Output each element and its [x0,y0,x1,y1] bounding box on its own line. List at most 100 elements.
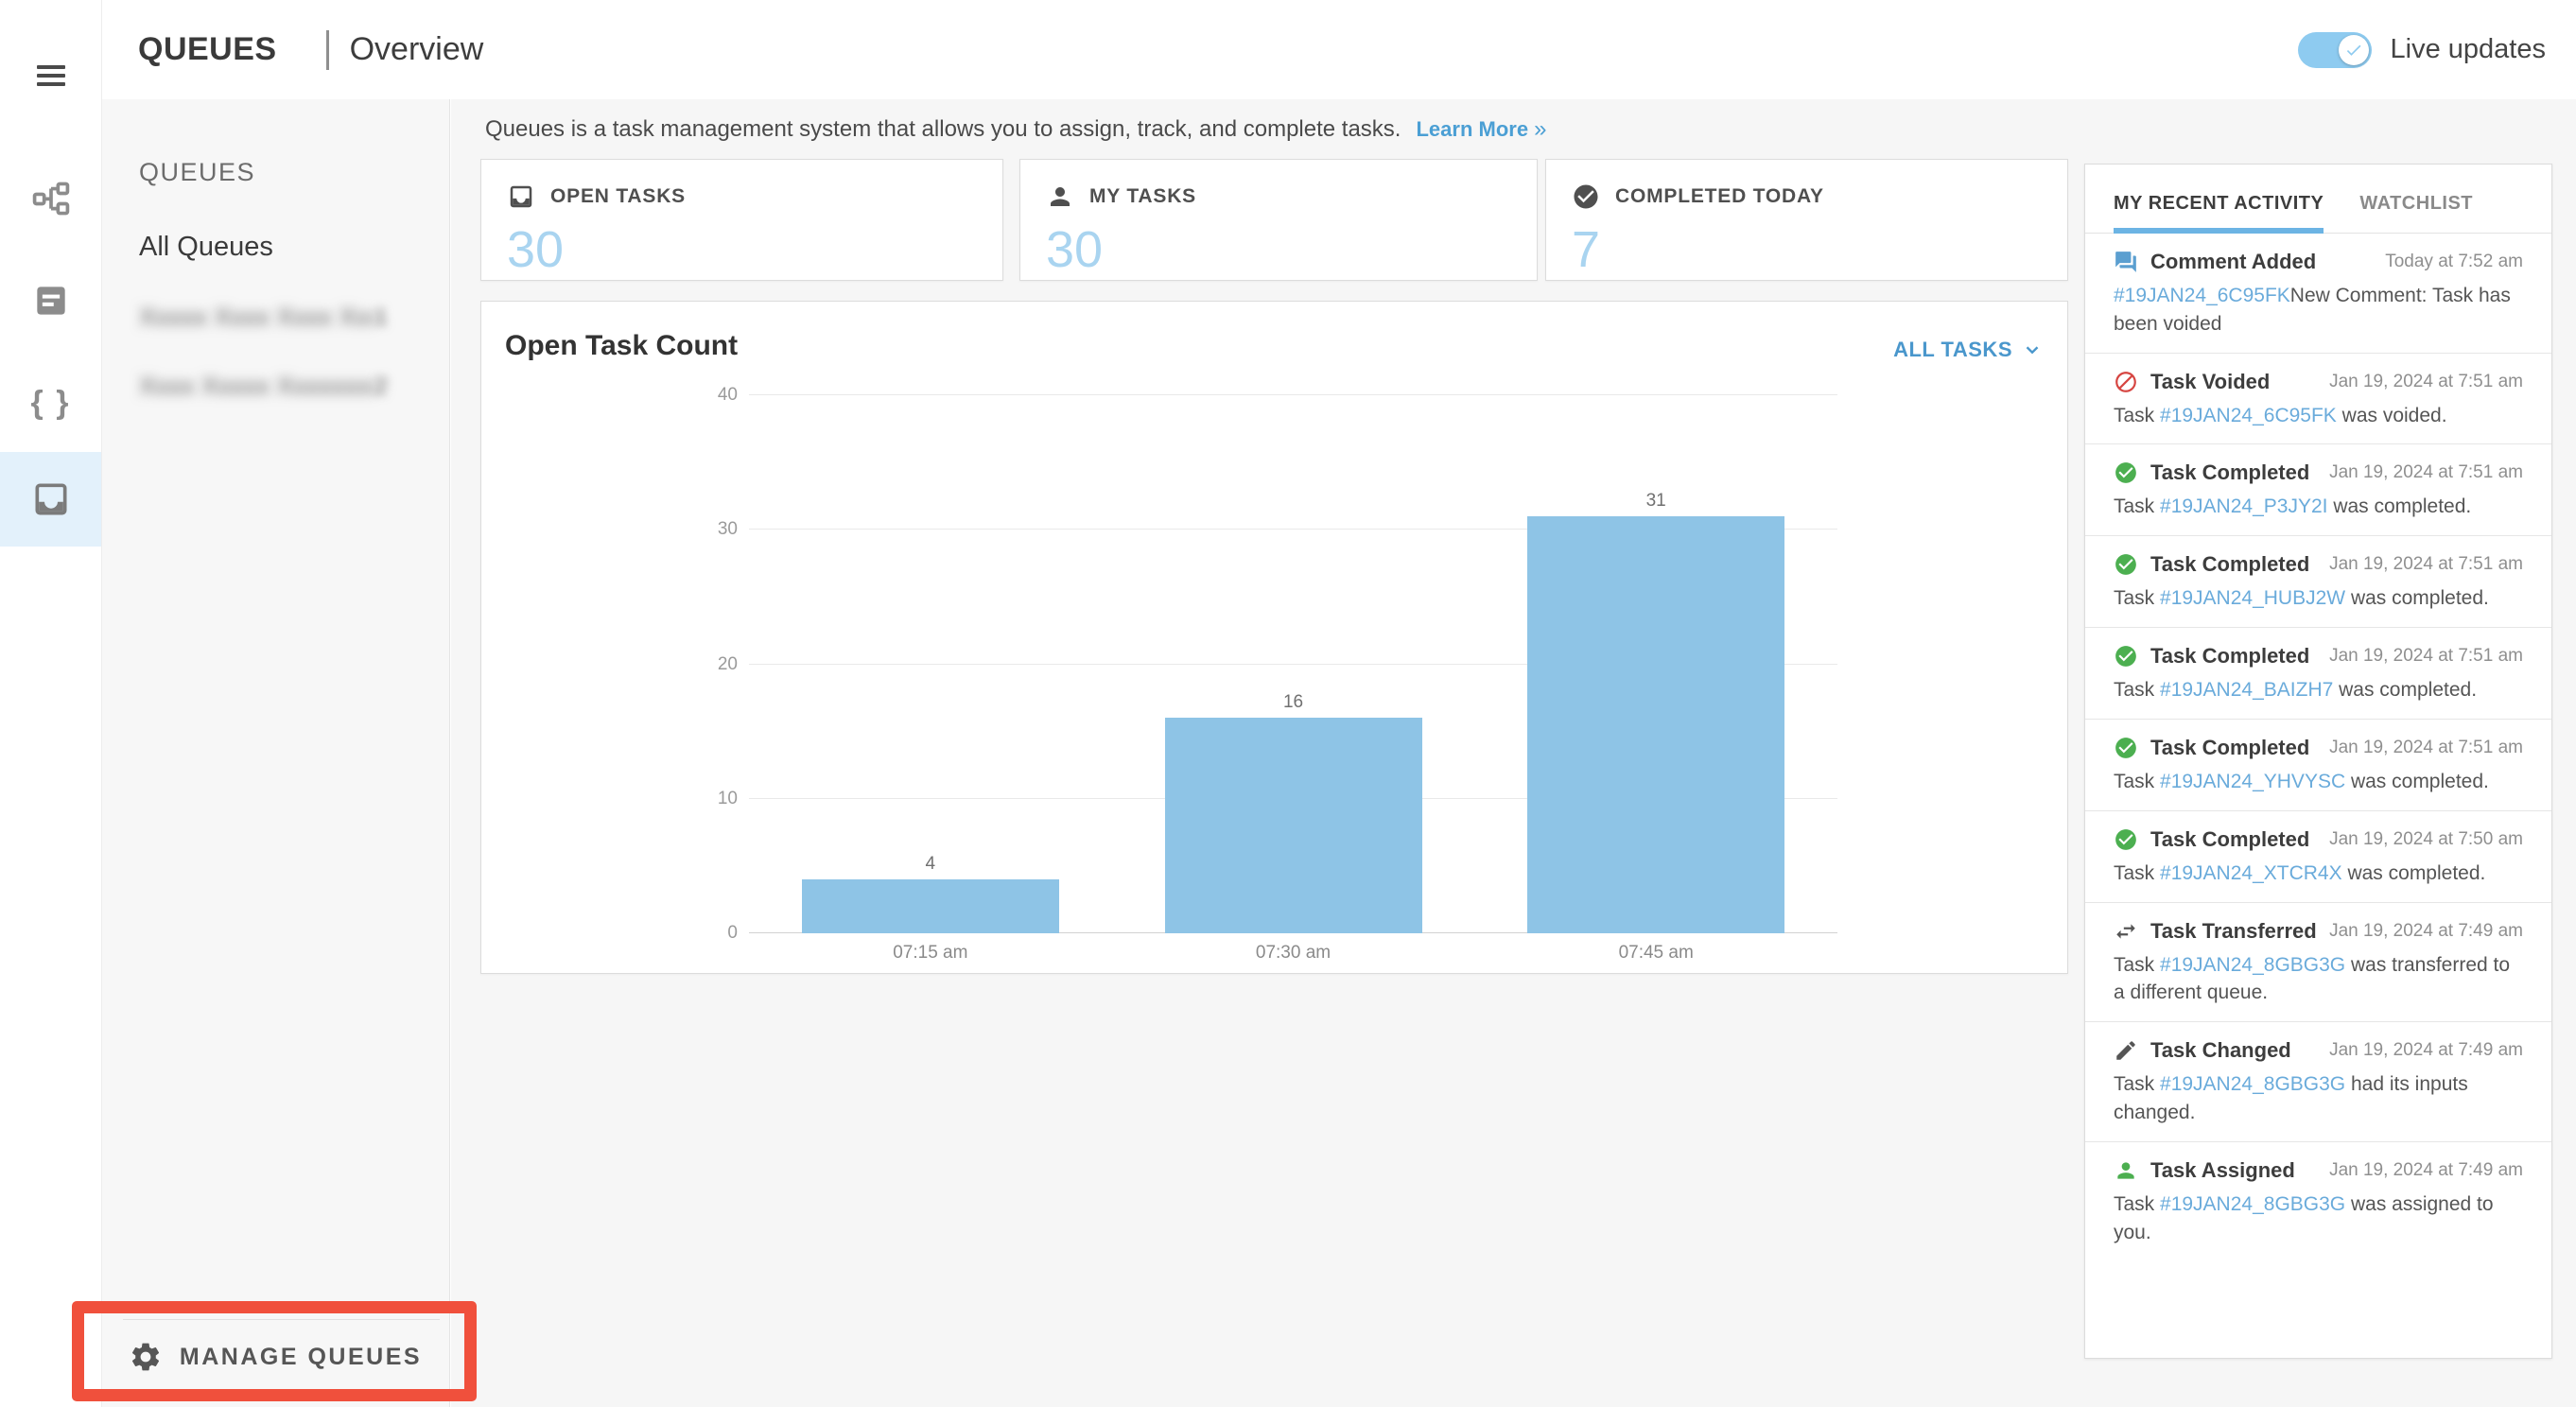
inbox-icon [507,182,535,211]
hierarchy-icon[interactable] [0,151,101,246]
check-circle-icon [2114,644,2138,669]
completed-today-card: COMPLETED TODAY 7 [1545,159,2068,281]
person-icon [2114,1158,2138,1183]
inbox-icon[interactable] [0,452,101,547]
activity-body-prefix: Task [2114,862,2160,884]
task-link[interactable]: #19JAN24_8GBG3G [2160,1193,2345,1215]
activity-body: #19JAN24_6C95FKNew Comment: Task has bee… [2114,282,2523,339]
activity-item[interactable]: Comment Added Today at 7:52 am #19JAN24_… [2085,234,2551,353]
intro-row: Queues is a task management system that … [485,116,1546,143]
bar-value-label: 4 [926,854,936,875]
activity-item[interactable]: Task Completed Jan 19, 2024 at 7:51 am T… [2085,443,2551,535]
title-divider [326,30,329,70]
section-title: Overview [350,31,484,68]
activity-body-prefix: Task [2114,1193,2160,1215]
queue-label-redacted: Xxxx Xxxxx Xxxxxxxxx [139,372,375,401]
x-axis-tick: 07:15 am [749,943,1112,964]
menu-icon[interactable] [0,28,101,123]
document-icon[interactable] [0,253,101,348]
sidebar-item-queue-redacted-1[interactable]: Xxxxx Xxxx Xxxx Xxx 1 [102,303,414,332]
activity-panel: MY RECENT ACTIVITY WATCHLIST Comment Add… [2084,164,2552,1359]
activity-item[interactable]: Task Completed Jan 19, 2024 at 7:51 am T… [2085,719,2551,810]
check-circle-icon [2114,552,2138,577]
activity-body: Task #19JAN24_YHVYSC was completed. [2114,768,2523,796]
task-link[interactable]: #19JAN24_YHVYSC [2160,771,2345,792]
check-circle-icon [2114,460,2138,485]
activity-timestamp: Jan 19, 2024 at 7:51 am [2329,554,2523,575]
bar-value-label: 16 [1283,692,1303,713]
activity-tabs: MY RECENT ACTIVITY WATCHLIST [2085,165,2551,234]
learn-more-link[interactable]: Learn More [1416,117,1528,141]
all-tasks-dropdown[interactable]: ALL TASKS [1893,338,2043,362]
activity-body-prefix: Task [2114,405,2160,426]
activity-item[interactable]: Task Assigned Jan 19, 2024 at 7:49 am Ta… [2085,1141,2551,1261]
swap-icon [2114,919,2138,944]
tab-my-recent-activity[interactable]: MY RECENT ACTIVITY [2114,165,2324,234]
task-link[interactable]: #19JAN24_BAIZH7 [2160,679,2333,701]
task-link[interactable]: #19JAN24_P3JY2I [2160,495,2327,517]
icon-rail: { } [0,0,102,1407]
sidebar-item-queue-redacted-2[interactable]: Xxxx Xxxxx Xxxxxxxxx 2 [102,372,414,401]
person-icon [1046,182,1074,211]
activity-item[interactable]: Task Completed Jan 19, 2024 at 7:51 am T… [2085,535,2551,627]
activity-body-suffix: was completed. [2345,771,2489,792]
activity-body-prefix: Task [2114,1073,2160,1095]
activity-item[interactable]: Task Transferred Jan 19, 2024 at 7:49 am… [2085,902,2551,1022]
activity-body: Task #19JAN24_XTCR4X was completed. [2114,860,2523,888]
task-link[interactable]: #19JAN24_6C95FK [2160,405,2337,426]
voided-icon [2114,370,2138,394]
pencil-icon [2114,1038,2138,1063]
activity-timestamp: Jan 19, 2024 at 7:51 am [2329,738,2523,758]
gear-icon [129,1340,163,1374]
my-tasks-value: 30 [1020,211,1537,279]
activity-timestamp: Jan 19, 2024 at 7:49 am [2329,921,2523,942]
activity-title: Task Completed [2150,736,2309,760]
card-label: MY TASKS [1089,185,1196,208]
activity-item[interactable]: Task Completed Jan 19, 2024 at 7:50 am T… [2085,810,2551,902]
chevron-down-icon [2022,339,2043,360]
activity-item[interactable]: Task Voided Jan 19, 2024 at 7:51 am Task… [2085,353,2551,444]
activity-timestamp: Jan 19, 2024 at 7:51 am [2329,646,2523,667]
top-header: QUEUES Overview Live updates [102,0,2576,99]
activity-body: Task #19JAN24_P3JY2I was completed. [2114,493,2523,521]
bar-07:45am [1527,516,1784,933]
open-tasks-value: 30 [481,211,1002,279]
braces-icon[interactable]: { } [0,356,101,450]
y-axis-tick: 0 [698,923,738,944]
bar-value-label: 31 [1646,491,1666,512]
all-queues-label: All Queues [139,232,273,262]
activity-body: Task #19JAN24_8GBG3G had its inputs chan… [2114,1070,2523,1127]
activity-item[interactable]: Task Completed Jan 19, 2024 at 7:51 am T… [2085,627,2551,719]
activity-item[interactable]: Task Changed Jan 19, 2024 at 7:49 am Tas… [2085,1021,2551,1141]
activity-title: Task Transferred [2150,919,2317,944]
sidebar-heading: QUEUES [139,158,255,187]
live-updates-toggle[interactable] [2298,32,2372,68]
all-tasks-dropdown-label: ALL TASKS [1893,338,2012,362]
queue-count-redacted: 1 [375,304,388,331]
task-link[interactable]: #19JAN24_6C95FK [2114,285,2290,306]
task-link[interactable]: #19JAN24_HUBJ2W [2160,587,2345,609]
task-link[interactable]: #19JAN24_8GBG3G [2160,954,2345,976]
activity-body-prefix: Task [2114,771,2160,792]
activity-title: Task Completed [2150,827,2309,852]
card-label: COMPLETED TODAY [1615,185,1824,208]
x-axis-tick: 07:45 am [1474,943,1837,964]
task-link[interactable]: #19JAN24_XTCR4X [2160,862,2342,884]
manage-queues-button[interactable]: MANAGE QUEUES [102,1324,448,1390]
queue-label-redacted: Xxxxx Xxxx Xxxx Xxx [139,303,375,332]
open-tasks-card: OPEN TASKS 30 [480,159,1003,281]
sidebar-item-all-queues[interactable]: All Queues [102,232,449,263]
activity-body-prefix: Task [2114,587,2160,609]
activity-title: Task Voided [2150,370,2270,394]
activity-body-suffix: was completed. [2345,587,2489,609]
activity-timestamp: Jan 19, 2024 at 7:50 am [2329,829,2523,850]
toggle-thumb [2339,35,2369,65]
my-tasks-card: MY TASKS 30 [1019,159,1538,281]
y-axis-tick: 30 [698,519,738,540]
activity-title: Task Changed [2150,1038,2291,1063]
task-link[interactable]: #19JAN24_8GBG3G [2160,1073,2345,1095]
check-icon [2344,41,2363,60]
tab-watchlist[interactable]: WATCHLIST [2359,165,2473,234]
open-task-count-chart-card: Open Task Count ALL TASKS 01020304041631… [480,301,2068,974]
activity-timestamp: Today at 7:52 am [2385,252,2523,272]
